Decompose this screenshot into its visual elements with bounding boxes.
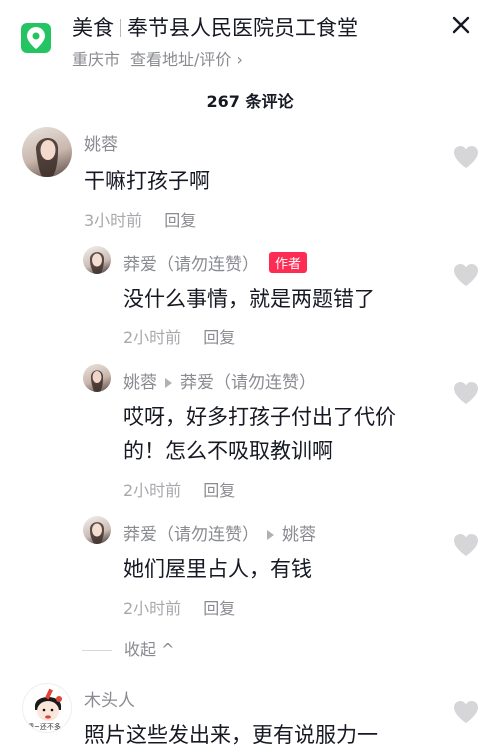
avatar[interactable]: 嗯~还不多 xyxy=(22,683,72,733)
collapse-replies-button[interactable]: 收起 ^ xyxy=(82,636,175,660)
poi-name: 奉节县人民医院员工食堂 xyxy=(127,16,358,40)
comments-count: 267 条评论 xyxy=(206,92,294,111)
reply-target-name: 姚蓉 xyxy=(282,525,316,545)
comment-time: 3小时前 xyxy=(84,211,143,230)
author-badge: 作者 xyxy=(269,252,308,273)
heart-icon[interactable] xyxy=(453,145,479,169)
heart-icon[interactable] xyxy=(453,381,479,405)
commenter-name[interactable]: 莽爱（请勿连赞） 作者 xyxy=(123,250,308,275)
comment-meta: 2小时前 回复 xyxy=(123,477,235,501)
comment-meta: 3小时前 回复 xyxy=(84,207,196,231)
commenter-name[interactable]: 木头人 xyxy=(84,686,135,711)
heart-icon[interactable] xyxy=(453,533,479,557)
comment-time: 2小时前 xyxy=(123,481,182,500)
reply-author-name: 莽爱（请勿连赞） xyxy=(123,255,259,275)
comment-text: 照片这些发出来，更有说服力一 xyxy=(84,723,378,747)
reply-target-name: 莽爱（请勿连赞） xyxy=(180,373,316,393)
poi-subtitle[interactable]: 重庆市 查看地址/评价 › xyxy=(72,46,243,70)
poi-title[interactable]: 美食 奉节县人民医院员工食堂 xyxy=(72,12,358,42)
close-button[interactable] xyxy=(450,14,472,36)
reply-author-name: 莽爱（请勿连赞） xyxy=(123,525,259,545)
avatar[interactable] xyxy=(83,516,111,544)
commenter-name[interactable]: 姚蓉 xyxy=(84,130,118,155)
comment-time: 2小时前 xyxy=(123,328,182,347)
avatar[interactable] xyxy=(22,127,72,177)
comment-meta: 2小时前 回复 xyxy=(123,595,235,619)
commenter-name[interactable]: 莽爱（请勿连赞） 姚蓉 xyxy=(123,520,316,545)
location-icon xyxy=(21,23,51,53)
comment-text-line-2: 的！怎么不吸取教训啊 xyxy=(123,439,333,463)
commenter-name[interactable]: 姚蓉 莽爱（请勿连赞） xyxy=(123,368,316,393)
close-icon xyxy=(452,16,470,34)
comment-text: 没什么事情，就是两题错了 xyxy=(123,287,375,311)
reply-button[interactable]: 回复 xyxy=(203,328,235,347)
poi-header[interactable]: 美食 奉节县人民医院员工食堂 重庆市 查看地址/评价 › xyxy=(0,0,500,80)
title-divider xyxy=(120,19,121,37)
reply-author-name: 姚蓉 xyxy=(123,373,157,393)
collapse-divider xyxy=(82,650,112,651)
reply-button[interactable]: 回复 xyxy=(203,599,235,618)
collapse-label: 收起 ^ xyxy=(124,640,175,659)
avatar[interactable] xyxy=(83,364,111,392)
address-link[interactable]: 查看地址/评价 › xyxy=(130,50,243,69)
comment-text: 她们屋里占人，有钱 xyxy=(123,557,312,581)
poi-category: 美食 xyxy=(72,16,114,40)
heart-icon[interactable] xyxy=(453,263,479,287)
reply-button[interactable]: 回复 xyxy=(164,211,196,230)
avatar-caption: 嗯~还不多 xyxy=(27,723,61,731)
comment-meta: 2小时前 回复 xyxy=(123,324,235,348)
avatar[interactable] xyxy=(83,246,111,274)
comment-time: 2小时前 xyxy=(123,599,182,618)
poi-city: 重庆市 xyxy=(72,50,121,69)
triangle-arrow-icon xyxy=(165,377,172,388)
comments-panel: 美食 奉节县人民医院员工食堂 重庆市 查看地址/评价 › 267 条评论 姚蓉 干嘛… xyxy=(0,0,500,753)
comment-text-line-1: 哎呀，好多打孩子付出了代价 xyxy=(123,405,396,429)
reply-button[interactable]: 回复 xyxy=(203,481,235,500)
heart-icon[interactable] xyxy=(453,700,479,724)
comment-text: 干嘛打孩子啊 xyxy=(84,169,210,193)
triangle-arrow-icon xyxy=(267,529,274,540)
